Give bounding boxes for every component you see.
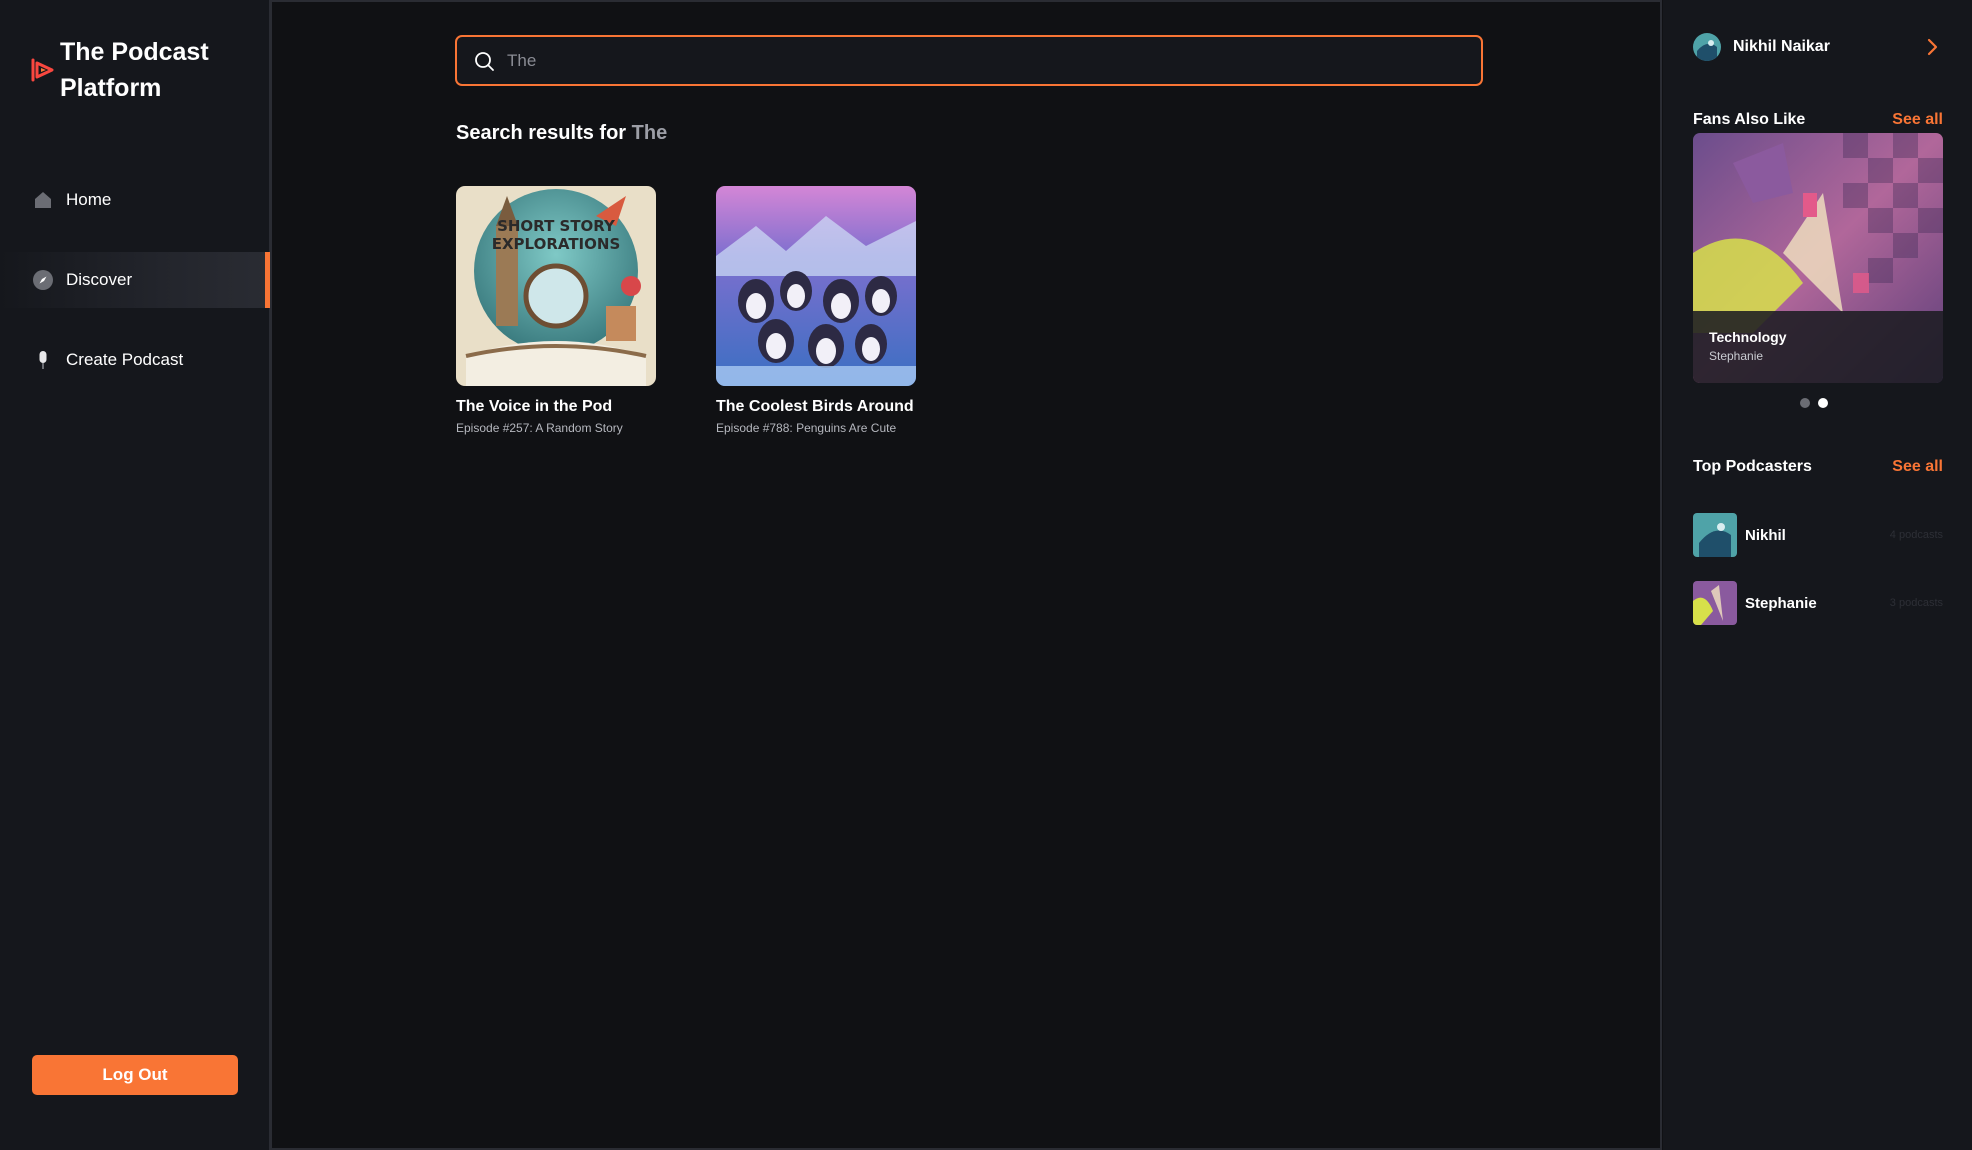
search-bar[interactable] xyxy=(455,35,1483,86)
avatar xyxy=(1693,33,1721,61)
home-icon xyxy=(32,189,54,211)
podcast-title: The Voice in the Pod xyxy=(456,398,613,415)
carousel-dot[interactable] xyxy=(1800,398,1810,408)
featured-info: Technology Stephanie xyxy=(1693,311,1943,383)
featured-author: Stephanie xyxy=(1709,349,1764,363)
nav-item-label: Discover xyxy=(66,270,133,289)
carousel-dot-active[interactable] xyxy=(1818,398,1828,408)
left-sidebar: The Podcast Platform Home Discover Creat… xyxy=(0,0,270,1150)
results-heading: Search results for The xyxy=(456,122,667,145)
user-profile-link[interactable]: Nikhil Naikar xyxy=(1693,32,1943,62)
featured-category: Technology xyxy=(1709,329,1787,345)
podcast-card[interactable]: The Coolest Birds Around Episode #788: P… xyxy=(716,186,916,435)
right-sidebar: Nikhil Naikar Fans Also Like See all Tec… xyxy=(1663,0,1972,1150)
compass-icon xyxy=(32,269,54,291)
cover-text-1: SHORT STORY xyxy=(497,217,616,235)
podcaster-row[interactable]: Nikhil 4 podcasts xyxy=(1693,513,1943,557)
user-name: Nikhil Naikar xyxy=(1733,38,1830,55)
cover-text-2: EXPLORATIONS xyxy=(492,235,621,253)
podcaster-row[interactable]: Stephanie 3 podcasts xyxy=(1693,581,1943,625)
podcast-cover-image: SHORT STORY EXPLORATIONS xyxy=(456,186,656,386)
app-root: The Podcast Platform Home Discover Creat… xyxy=(0,0,1972,1150)
top-podcasters-title: Top Podcasters xyxy=(1693,458,1812,475)
podcast-count: 3 podcasts xyxy=(1889,597,1943,609)
podcasters-see-all-link[interactable]: See all xyxy=(1892,458,1943,476)
app-logo[interactable]: The Podcast Platform xyxy=(30,34,260,106)
search-icon xyxy=(475,51,494,71)
episode-subtitle: Episode #257: A Random Story xyxy=(456,421,623,435)
podcast-card[interactable]: SHORT STORY EXPLORATIONS The Voice in th… xyxy=(456,186,656,435)
nav-item-discover[interactable]: Discover xyxy=(0,252,270,308)
results-prefix: Search results for xyxy=(456,122,627,144)
podcaster-avatar xyxy=(1693,513,1737,557)
results-query: The xyxy=(631,122,668,144)
nav-item-label: Home xyxy=(66,190,112,209)
search-input[interactable] xyxy=(507,50,1447,71)
podcaster-name: Nikhil xyxy=(1745,526,1786,544)
fans-also-like-title: Fans Also Like xyxy=(1693,111,1806,128)
podcast-cover-image xyxy=(716,186,916,386)
results-grid: SHORT STORY EXPLORATIONS The Voice in th… xyxy=(456,186,916,435)
app-title-line2: Platform xyxy=(60,74,162,102)
microphone-icon xyxy=(32,349,54,371)
featured-podcast-card[interactable]: Technology Stephanie xyxy=(1693,133,1943,383)
nav-item-label: Create Podcast xyxy=(66,350,184,369)
app-title-line1: The Podcast xyxy=(60,38,209,66)
fans-see-all-link[interactable]: See all xyxy=(1892,111,1943,129)
podcaster-name: Stephanie xyxy=(1745,594,1817,612)
logout-button[interactable]: Log Out xyxy=(32,1055,238,1095)
nav-item-create-podcast[interactable]: Create Podcast xyxy=(0,332,270,388)
play-logo-icon xyxy=(31,58,54,82)
app-title: The Podcast Platform xyxy=(60,34,260,106)
episode-subtitle: Episode #788: Penguins Are Cute xyxy=(716,421,897,435)
chevron-right-icon xyxy=(1927,38,1938,56)
main-nav: Home Discover Create Podcast xyxy=(0,172,270,412)
podcast-count: 4 podcasts xyxy=(1889,529,1943,541)
carousel-dots xyxy=(1800,398,1828,408)
podcaster-avatar xyxy=(1693,581,1737,625)
podcast-title: The Coolest Birds Around xyxy=(716,398,914,415)
nav-item-home[interactable]: Home xyxy=(0,172,270,228)
main-content: Search results for The xyxy=(270,0,1662,1150)
